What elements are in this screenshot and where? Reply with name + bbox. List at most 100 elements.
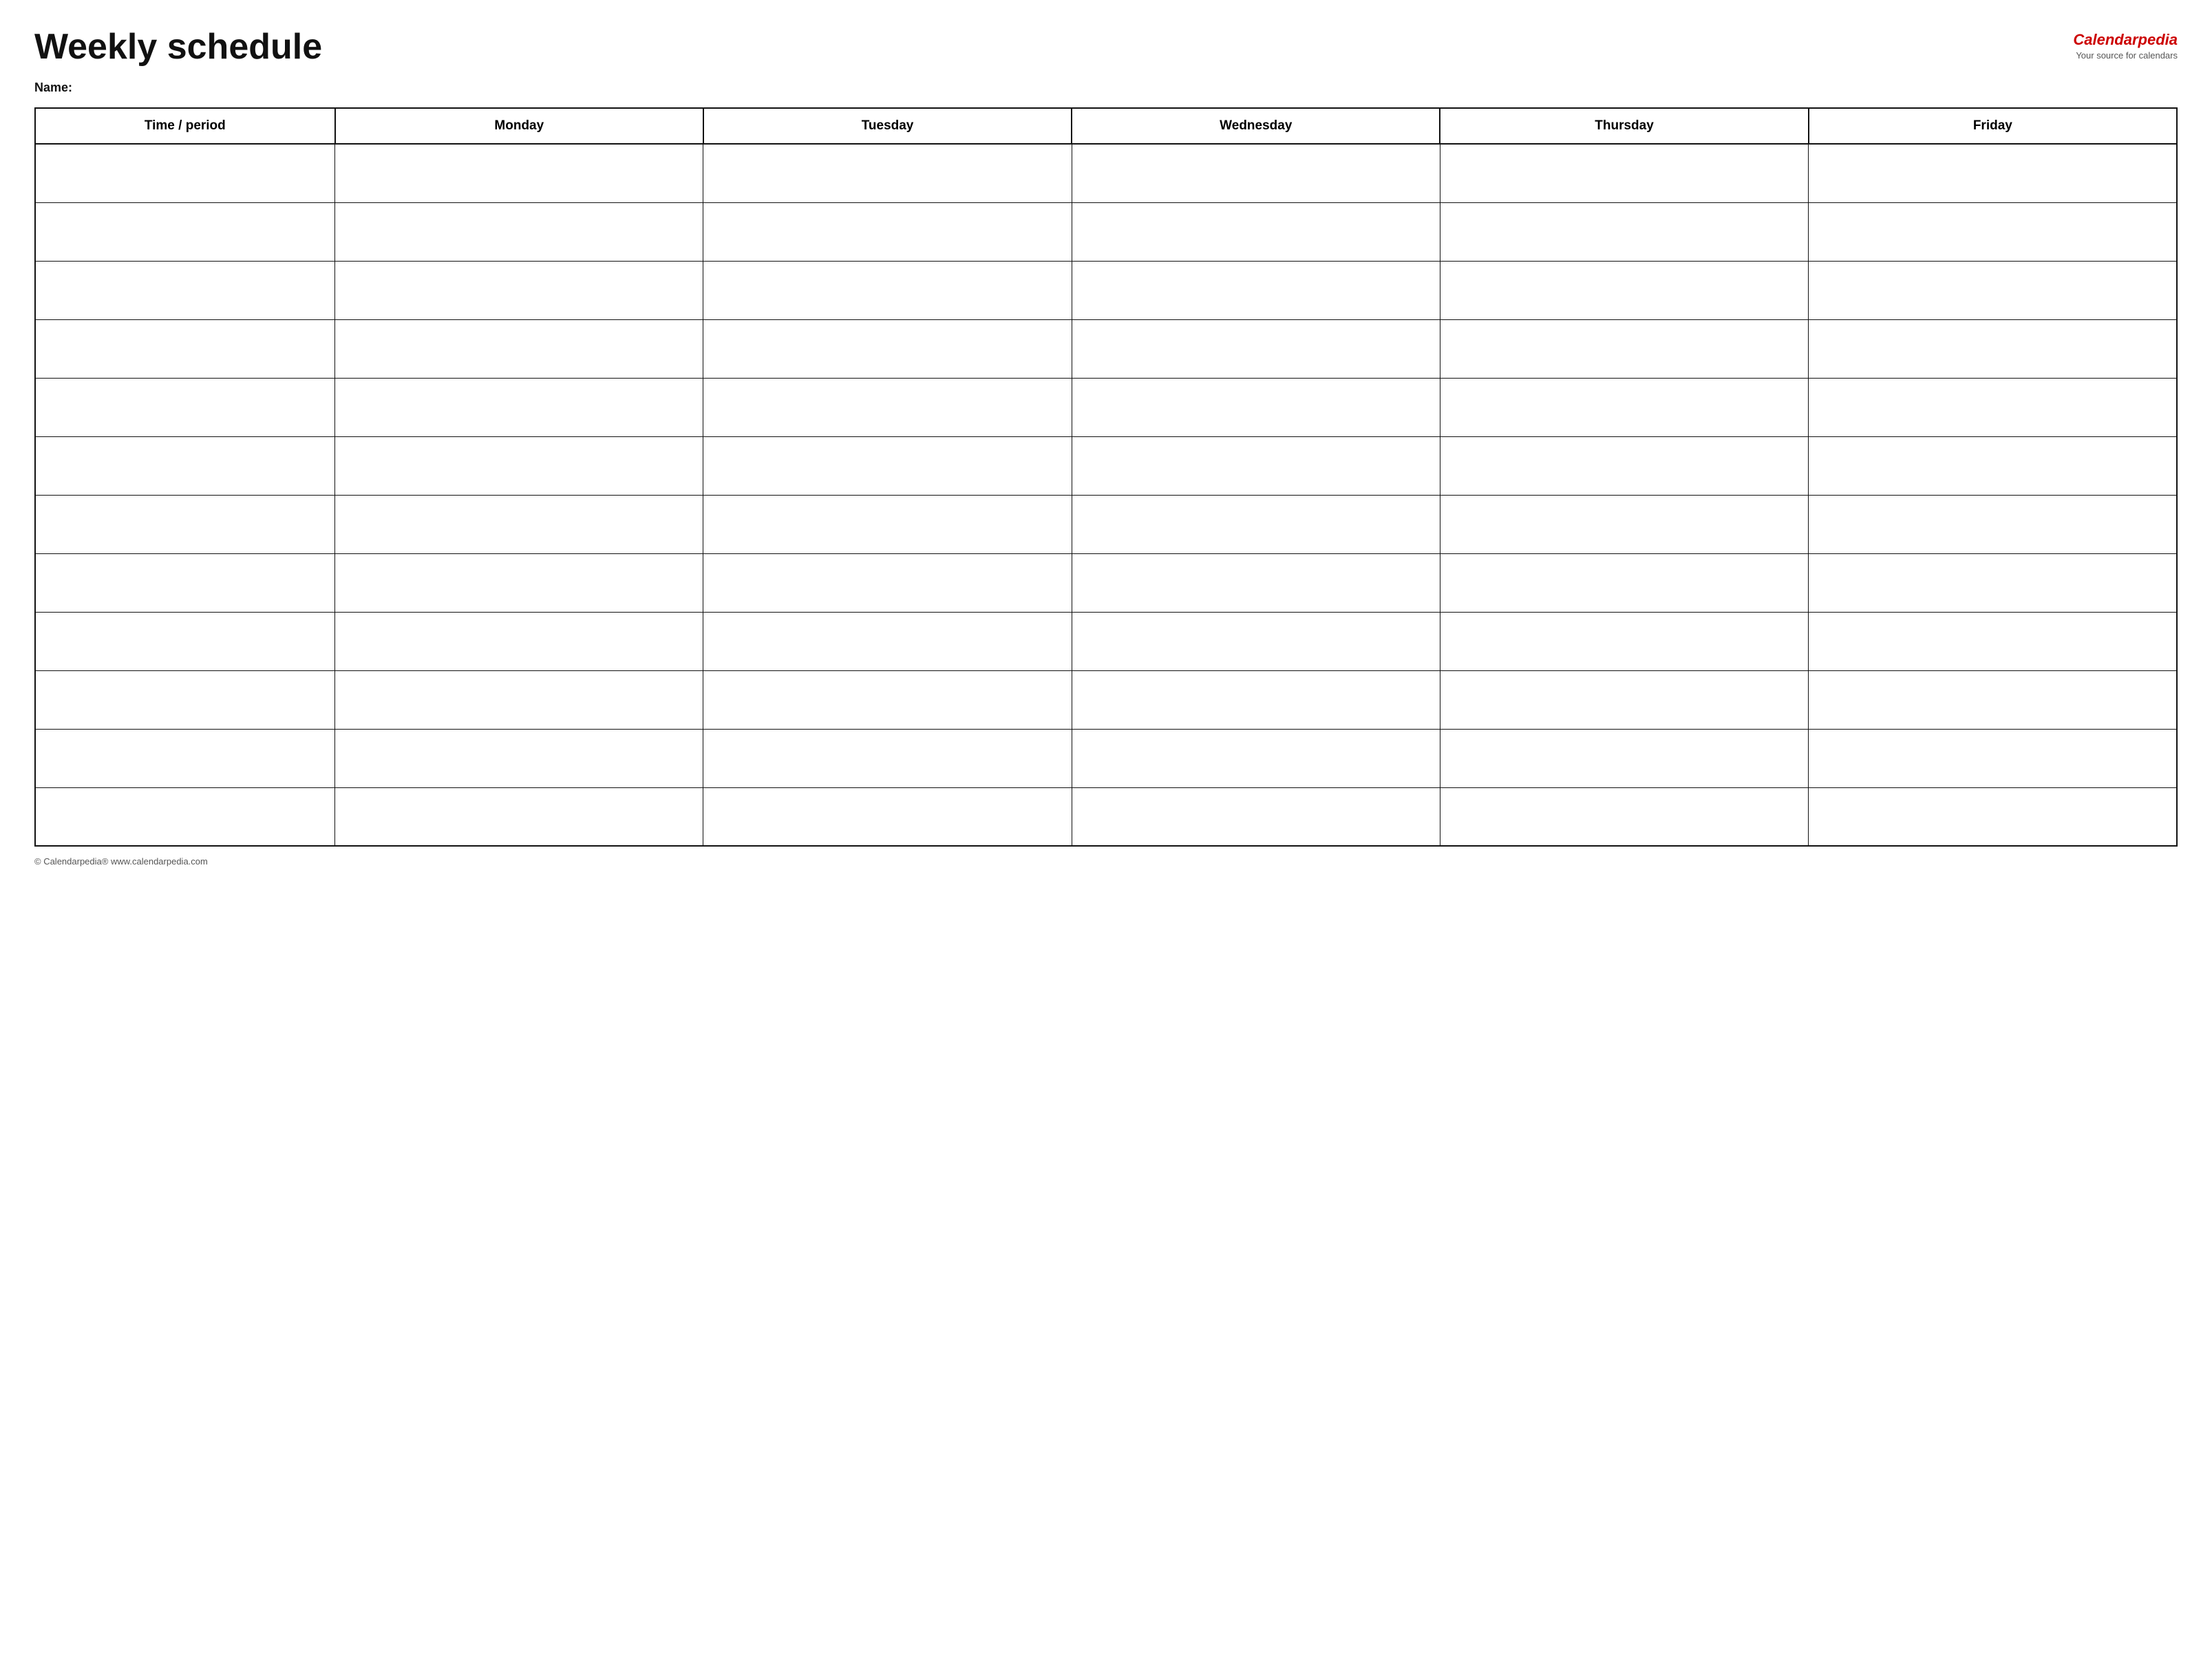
table-cell[interactable] <box>703 670 1072 729</box>
table-row <box>35 670 2177 729</box>
table-cell[interactable] <box>1440 144 1808 202</box>
table-cell[interactable] <box>1809 436 2177 495</box>
table-cell[interactable] <box>335 670 703 729</box>
logo-text: Calendarpedia <box>2073 31 2178 49</box>
table-row <box>35 436 2177 495</box>
table-cell[interactable] <box>1440 378 1808 436</box>
table-cell[interactable] <box>35 553 335 612</box>
table-cell[interactable] <box>335 787 703 846</box>
table-cell[interactable] <box>1809 553 2177 612</box>
table-cell[interactable] <box>35 436 335 495</box>
table-row <box>35 202 2177 261</box>
table-cell[interactable] <box>1809 612 2177 670</box>
header-friday: Friday <box>1809 108 2177 144</box>
table-cell[interactable] <box>1072 612 1440 670</box>
table-cell[interactable] <box>1809 495 2177 553</box>
logo-tagline: Your source for calendars <box>2076 50 2178 61</box>
table-cell[interactable] <box>703 202 1072 261</box>
table-cell[interactable] <box>335 436 703 495</box>
header-wednesday: Wednesday <box>1072 108 1440 144</box>
table-cell[interactable] <box>1809 202 2177 261</box>
table-cell[interactable] <box>335 378 703 436</box>
table-row <box>35 261 2177 319</box>
table-cell[interactable] <box>1440 202 1808 261</box>
table-cell[interactable] <box>703 144 1072 202</box>
table-cell[interactable] <box>35 612 335 670</box>
table-cell[interactable] <box>703 612 1072 670</box>
table-cell[interactable] <box>1440 612 1808 670</box>
name-label: Name: <box>34 81 2178 95</box>
logo-area: Calendarpedia Your source for calendars <box>2073 28 2178 61</box>
table-cell[interactable] <box>703 553 1072 612</box>
header-area: Weekly schedule Calendarpedia Your sourc… <box>34 28 2178 67</box>
table-cell[interactable] <box>35 202 335 261</box>
table-cell[interactable] <box>1809 670 2177 729</box>
table-cell[interactable] <box>35 378 335 436</box>
table-cell[interactable] <box>1440 261 1808 319</box>
table-cell[interactable] <box>1809 319 2177 378</box>
table-cell[interactable] <box>1809 729 2177 787</box>
table-cell[interactable] <box>1072 144 1440 202</box>
table-row <box>35 319 2177 378</box>
table-cell[interactable] <box>1072 670 1440 729</box>
header-thursday: Thursday <box>1440 108 1808 144</box>
table-row <box>35 378 2177 436</box>
table-cell[interactable] <box>1072 729 1440 787</box>
table-row <box>35 612 2177 670</box>
table-cell[interactable] <box>335 261 703 319</box>
table-cell[interactable] <box>335 553 703 612</box>
table-cell[interactable] <box>335 202 703 261</box>
table-cell[interactable] <box>35 787 335 846</box>
table-cell[interactable] <box>1809 144 2177 202</box>
table-cell[interactable] <box>35 319 335 378</box>
logo-suffix: pedia <box>2138 31 2178 48</box>
table-cell[interactable] <box>703 436 1072 495</box>
table-cell[interactable] <box>1072 319 1440 378</box>
table-cell[interactable] <box>335 144 703 202</box>
logo-prefix: Calendar <box>2073 31 2138 48</box>
table-cell[interactable] <box>1440 319 1808 378</box>
table-cell[interactable] <box>335 319 703 378</box>
footer: © Calendarpedia® www.calendarpedia.com <box>34 856 2178 867</box>
table-cell[interactable] <box>35 495 335 553</box>
table-cell[interactable] <box>1440 495 1808 553</box>
table-cell[interactable] <box>1440 436 1808 495</box>
table-cell[interactable] <box>335 612 703 670</box>
table-cell[interactable] <box>1809 787 2177 846</box>
table-cell[interactable] <box>335 495 703 553</box>
table-cell[interactable] <box>703 495 1072 553</box>
table-cell[interactable] <box>335 729 703 787</box>
table-cell[interactable] <box>1072 553 1440 612</box>
table-cell[interactable] <box>703 378 1072 436</box>
table-cell[interactable] <box>1440 729 1808 787</box>
table-row <box>35 553 2177 612</box>
table-cell[interactable] <box>1440 670 1808 729</box>
table-cell[interactable] <box>35 729 335 787</box>
table-row <box>35 495 2177 553</box>
table-cell[interactable] <box>35 144 335 202</box>
table-cell[interactable] <box>1072 495 1440 553</box>
table-cell[interactable] <box>1440 553 1808 612</box>
table-cell[interactable] <box>703 261 1072 319</box>
table-cell[interactable] <box>1072 436 1440 495</box>
table-cell[interactable] <box>703 787 1072 846</box>
page-title: Weekly schedule <box>34 28 322 67</box>
table-cell[interactable] <box>703 319 1072 378</box>
schedule-body <box>35 144 2177 846</box>
table-cell[interactable] <box>1072 378 1440 436</box>
table-cell[interactable] <box>35 670 335 729</box>
table-row <box>35 787 2177 846</box>
header-time-period: Time / period <box>35 108 335 144</box>
table-row <box>35 144 2177 202</box>
table-cell[interactable] <box>1809 261 2177 319</box>
table-cell[interactable] <box>1440 787 1808 846</box>
table-cell[interactable] <box>1809 378 2177 436</box>
table-row <box>35 729 2177 787</box>
table-header-row: Time / period Monday Tuesday Wednesday T… <box>35 108 2177 144</box>
header-tuesday: Tuesday <box>703 108 1072 144</box>
table-cell[interactable] <box>1072 787 1440 846</box>
table-cell[interactable] <box>35 261 335 319</box>
table-cell[interactable] <box>1072 261 1440 319</box>
table-cell[interactable] <box>1072 202 1440 261</box>
table-cell[interactable] <box>703 729 1072 787</box>
